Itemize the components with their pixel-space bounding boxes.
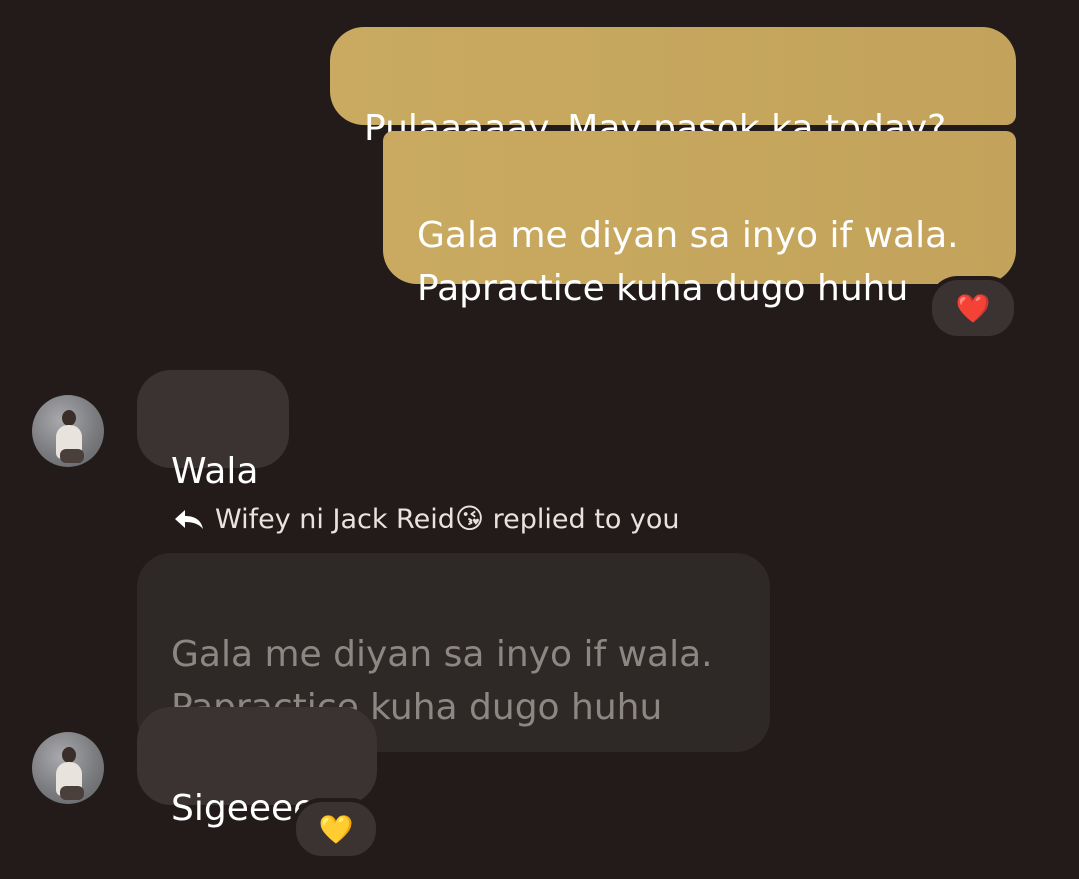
reply-arrow-icon [175,509,203,529]
sent-message-bubble[interactable]: Pulaaaaay. May pasok ka today? [330,27,1016,149]
heart-reaction-icon: ❤️ [955,291,991,325]
sent-message-bubble[interactable]: Gala me diyan sa inyo if wala. Papractic… [383,131,1016,309]
reply-header-suffix: replied to you [492,504,680,535]
reply-header: Wifey ni Jack Reid😘 replied to you [173,502,680,535]
received-message-text: Wala [171,451,259,492]
yellow-heart-reaction-icon: 💛 [318,812,354,846]
message-reaction[interactable]: 💛 [292,798,380,860]
reply-header-name: Wifey ni Jack Reid [215,504,455,535]
message-reaction[interactable]: ❤️ [928,276,1018,340]
kiss-emoji-icon: 😘 [454,502,485,535]
received-message-bubble[interactable]: Sigeeeee [137,707,377,829]
contact-avatar[interactable] [32,395,104,467]
received-message-bubble[interactable]: Wala [137,370,289,492]
contact-avatar[interactable] [32,732,104,804]
sent-message-text: Gala me diyan sa inyo if wala. Papractic… [417,215,959,309]
